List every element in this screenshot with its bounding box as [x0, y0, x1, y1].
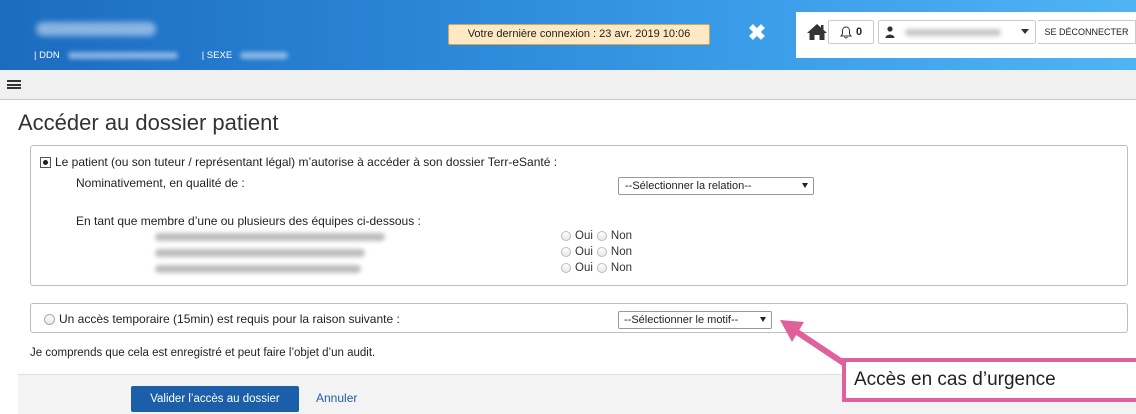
yes-label: Oui	[575, 230, 593, 242]
relation-select[interactable]: --Sélectionner la relation--	[618, 177, 814, 195]
team-row: Oui Non	[155, 230, 755, 244]
user-toolbar: 0 SE DÉCONNECTER	[796, 12, 1136, 58]
team-row: Oui Non	[155, 246, 755, 260]
no-radio[interactable]	[596, 247, 607, 257]
user-icon	[885, 26, 895, 38]
patient-meta: | DDN | SEXE	[34, 50, 289, 61]
temporary-access-radio[interactable]	[44, 313, 55, 325]
team-yes-no: Oui Non	[561, 246, 632, 258]
relation-select-value: --Sélectionner la relation--	[625, 180, 752, 192]
team-row: Oui Non	[155, 262, 755, 276]
no-label: Non	[610, 262, 633, 274]
motif-select-value: --Sélectionner le motif--	[624, 314, 739, 326]
yes-radio[interactable]	[561, 247, 571, 257]
team-yes-no: Oui Non	[561, 262, 632, 274]
team-yes-no: Oui Non	[561, 230, 632, 242]
yes-radio[interactable]	[561, 263, 571, 273]
teams-label: En tant que membre d’une ou plusieurs de…	[76, 214, 421, 228]
yes-radio[interactable]	[561, 231, 571, 241]
chevron-down-icon	[1021, 29, 1029, 34]
consent-radio[interactable]	[40, 156, 51, 168]
yes-label: Oui	[575, 246, 593, 258]
top-header: | DDN | SEXE Votre dernière connexion : …	[0, 0, 1136, 70]
ddn-value-blurred	[67, 52, 178, 59]
team-name-blurred	[155, 233, 385, 241]
emergency-access-callout: Accès en cas d’urgence	[842, 358, 1136, 402]
motif-select[interactable]: --Sélectionner le motif--	[618, 311, 772, 329]
bell-icon	[839, 25, 852, 38]
yes-label: Oui	[575, 262, 593, 274]
validate-access-button[interactable]: Valider l’accès au dossier	[131, 386, 299, 412]
close-icon[interactable]: ✖	[746, 22, 768, 44]
nominative-label: Nominativement, en qualité de :	[76, 176, 245, 190]
no-label: Non	[610, 246, 633, 258]
dropdown-arrow-icon	[802, 183, 808, 188]
sexe-label: | SEXE	[201, 50, 233, 61]
no-radio[interactable]	[596, 231, 607, 241]
consent-option[interactable]: Le patient (ou son tuteur / représentant…	[40, 155, 557, 169]
sexe-value-blurred	[240, 52, 289, 59]
audit-notice: Je comprends que cela est enregistré et …	[30, 347, 376, 359]
team-name-blurred	[155, 265, 361, 273]
no-radio[interactable]	[596, 263, 607, 273]
last-login-badge: Votre dernière connexion : 23 avr. 2019 …	[448, 24, 710, 45]
temporary-access-label: Un accès temporaire (15min) est requis p…	[59, 312, 400, 326]
ddn-label: | DDN	[34, 50, 60, 61]
notifications-button[interactable]: 0	[828, 20, 874, 44]
home-icon[interactable]	[806, 22, 830, 44]
cancel-link[interactable]: Annuler	[316, 391, 357, 405]
notifications-count: 0	[855, 26, 863, 38]
user-name-blurred	[905, 28, 1001, 36]
menu-bar	[0, 70, 1136, 100]
hamburger-menu-icon[interactable]	[7, 78, 21, 91]
user-dropdown[interactable]	[878, 20, 1036, 44]
page-title: Accéder au dossier patient	[18, 110, 279, 135]
consent-option-label: Le patient (ou son tuteur / représentant…	[55, 155, 558, 169]
team-name-blurred	[155, 249, 365, 257]
logout-button[interactable]: SE DÉCONNECTER	[1038, 20, 1136, 44]
temporary-access-option[interactable]: Un accès temporaire (15min) est requis p…	[44, 312, 400, 326]
no-label: Non	[610, 230, 633, 242]
patient-name-blurred	[36, 22, 156, 36]
